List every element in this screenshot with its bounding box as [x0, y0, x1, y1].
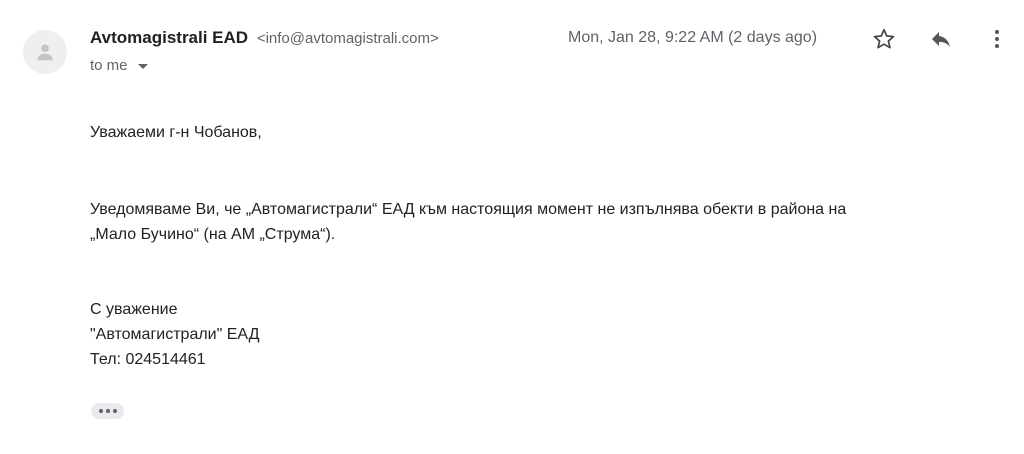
more-options-button[interactable]	[982, 24, 1012, 54]
sender-avatar[interactable]	[23, 30, 67, 74]
dot	[98, 409, 103, 413]
signature-line: "Автомагистрали" ЕАД	[90, 326, 260, 343]
caret-down-icon[interactable]	[137, 64, 148, 69]
star-button[interactable]	[869, 24, 899, 54]
recipient-details-toggle[interactable]: to me	[90, 57, 148, 74]
sender-line: Avtomagistrali EAD <info@avtomagistrali.…	[90, 28, 439, 48]
signature-line: С уважение	[90, 301, 178, 318]
recipient-label: to me	[90, 57, 128, 74]
paragraph-line: Уведомяваме Ви, че „Автомагистрали“ ЕАД …	[90, 201, 847, 218]
paragraph-line: „Мало Бучино“ (на АМ „Струма“).	[90, 226, 336, 243]
signature: С уважение "Автомагистрали" ЕАД Тел: 024…	[90, 297, 984, 372]
reply-icon	[932, 32, 950, 47]
person-icon	[37, 44, 53, 61]
signature-phone: Тел: 024514461	[90, 351, 206, 368]
message-date: Mon, Jan 28, 9:22 AM (2 days ago)	[568, 29, 818, 46]
dot	[112, 409, 117, 413]
email-message: Avtomagistrali EAD <info@avtomagistrali.…	[0, 0, 1024, 454]
show-trimmed-content-button[interactable]	[91, 403, 124, 419]
reply-button[interactable]	[926, 24, 956, 54]
more-vert-icon	[995, 30, 999, 48]
main-paragraph: Уведомяваме Ви, че „Автомагистрали“ ЕАД …	[90, 197, 984, 247]
sender-email: <info@avtomagistrali.com>	[256, 30, 439, 47]
star-icon	[873, 28, 895, 49]
greeting: Уважаеми г-н Чобанов,	[90, 124, 262, 141]
sender-name[interactable]: Avtomagistrali EAD	[90, 28, 248, 47]
dot	[105, 409, 110, 413]
message-body: Уважаеми г-н Чобанов, Уведомяваме Ви, че…	[90, 120, 984, 372]
